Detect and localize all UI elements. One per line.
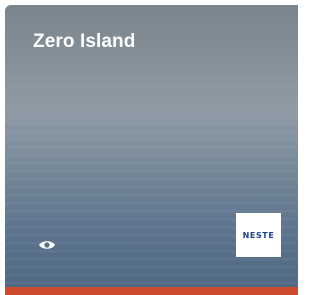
card-title: Zero Island <box>33 31 136 52</box>
sea-background <box>5 133 298 287</box>
brand-logo-text: NESTE <box>242 230 275 240</box>
brand-logo: NESTE <box>236 213 281 257</box>
story-card[interactable]: Zero Island NESTE <box>5 5 298 295</box>
horizon-line <box>5 125 298 131</box>
accent-bar <box>5 287 298 295</box>
eye-icon <box>38 238 56 252</box>
